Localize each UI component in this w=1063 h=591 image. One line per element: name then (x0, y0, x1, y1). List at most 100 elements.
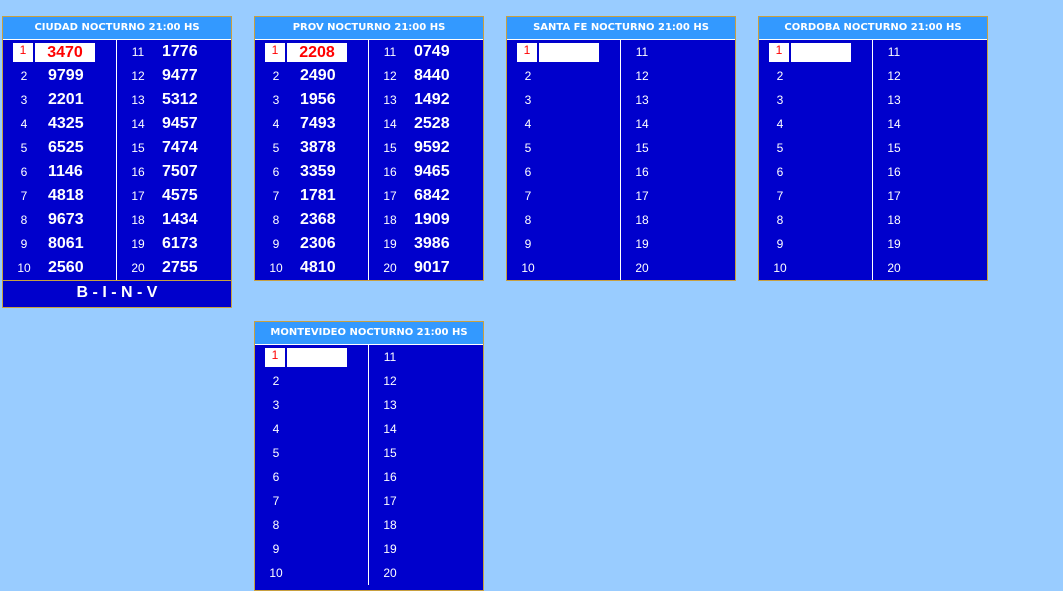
results-column-right: 11 12 13 14 15 16 17 18 19 20 (873, 40, 987, 280)
position-label: 3 (776, 93, 784, 107)
drawn-number: 1434 (162, 211, 198, 228)
board-prov: PROV NOCTURNO 21:00 HS 1 2208 2 2490 3 1956 4 7… (254, 16, 484, 281)
drawn-number: 2201 (48, 91, 84, 108)
position-label: 3 (524, 93, 532, 107)
position-label: 17 (131, 189, 145, 203)
position-label: 11 (635, 45, 649, 59)
drawn-number: 8061 (48, 235, 84, 252)
position-label: 18 (635, 213, 649, 227)
position-label: 3 (20, 93, 28, 107)
position-label: 8 (776, 213, 784, 227)
position-label: 6 (272, 165, 280, 179)
position-label: 2 (776, 69, 784, 83)
result-row: 8 (507, 208, 620, 232)
result-row: 10 (759, 256, 872, 280)
result-row: 14 (621, 112, 735, 136)
result-row: 14 (369, 417, 483, 441)
position-label: 6 (20, 165, 28, 179)
result-row: 8 (759, 208, 872, 232)
drawn-number: 4575 (162, 187, 198, 204)
result-row: 4 (255, 417, 368, 441)
result-row: 1 2208 (255, 40, 368, 64)
drawn-number: 3470 (35, 42, 95, 62)
position-label: 12 (887, 69, 901, 83)
drawn-number: 2528 (414, 115, 450, 132)
results-column-right: 11 12 13 14 15 16 17 18 19 20 (621, 40, 735, 280)
drawn-number: 2560 (48, 259, 84, 276)
position-label: 13 (887, 93, 901, 107)
board-footer: B - I - N - V (3, 280, 231, 307)
position-label: 19 (383, 542, 397, 556)
position-label: 6 (272, 470, 280, 484)
drawn-number: 2208 (287, 42, 347, 62)
drawn-number: 9592 (414, 139, 450, 156)
position-label: 12 (131, 69, 145, 83)
position-label: 5 (20, 141, 28, 155)
result-row: 1 (507, 40, 620, 64)
position-label: 6 (776, 165, 784, 179)
position-label: 12 (383, 374, 397, 388)
drawn-number: 9799 (48, 67, 84, 84)
board-title: CIUDAD NOCTURNO 21:00 HS (3, 17, 231, 40)
drawn-number: 6173 (162, 235, 198, 252)
drawn-number: 3986 (414, 235, 450, 252)
results-grid: 1 2 3 4 5 6 7 8 9 10 11 12 13 14 15 16 17 18 19 20 (759, 40, 987, 280)
position-label: 17 (383, 494, 397, 508)
position-label: 20 (635, 261, 649, 275)
result-row: 13 (369, 393, 483, 417)
position-label: 10 (269, 566, 283, 580)
result-row: 12 (621, 64, 735, 88)
result-row: 16 (873, 160, 987, 184)
position-label: 12 (635, 69, 649, 83)
drawn-number: 9017 (414, 259, 450, 276)
position-label: 2 (524, 69, 532, 83)
position-label: 6 (524, 165, 532, 179)
position-label: 5 (272, 141, 280, 155)
result-row: 16 (621, 160, 735, 184)
result-row: 6 3359 (255, 160, 368, 184)
board-ciudad: CIUDAD NOCTURNO 21:00 HS 1 3470 2 9799 3 2201… (2, 16, 232, 308)
result-row: 1 3470 (3, 40, 116, 64)
position-label: 15 (383, 141, 397, 155)
result-row: 10 (507, 256, 620, 280)
position-label: 17 (383, 189, 397, 203)
result-row: 2 9799 (3, 64, 116, 88)
drawn-number: 9457 (162, 115, 198, 132)
position-label: 13 (383, 398, 397, 412)
results-grid: 1 2 3 4 5 6 7 8 9 10 11 12 13 14 15 16 17 18 19 20 (507, 40, 735, 280)
result-row: 16 7507 (117, 160, 231, 184)
result-row: 19 (873, 232, 987, 256)
position-label: 19 (887, 237, 901, 251)
result-row: 15 (369, 441, 483, 465)
result-row: 9 (255, 537, 368, 561)
results-column-left: 1 3470 2 9799 3 2201 4 4325 5 6525 6 1146 7 4818 8 9673… (3, 40, 117, 280)
result-row: 7 1781 (255, 184, 368, 208)
position-label: 2 (272, 374, 280, 388)
drawn-number: 9477 (162, 67, 198, 84)
result-row: 17 (369, 489, 483, 513)
result-row: 6 1146 (3, 160, 116, 184)
result-row: 10 (255, 561, 368, 585)
results-grid: 1 3470 2 9799 3 2201 4 4325 5 6525 6 1146 7 4818 8 9673… (3, 40, 231, 280)
result-row: 2 (507, 64, 620, 88)
position-label: 8 (20, 213, 28, 227)
result-row: 7 (507, 184, 620, 208)
position-label: 19 (131, 237, 145, 251)
drawn-number: 2368 (300, 211, 336, 228)
position-label: 20 (383, 261, 397, 275)
result-row: 3 (255, 393, 368, 417)
result-row: 5 (759, 136, 872, 160)
result-row: 4 7493 (255, 112, 368, 136)
position-label: 1 (265, 347, 285, 367)
result-row: 15 (621, 136, 735, 160)
position-label: 14 (131, 117, 145, 131)
position-label: 18 (383, 213, 397, 227)
position-label: 3 (272, 398, 280, 412)
drawn-number: 7507 (162, 163, 198, 180)
result-row: 19 3986 (369, 232, 483, 256)
position-label: 16 (383, 470, 397, 484)
position-label: 11 (131, 45, 145, 59)
position-label: 16 (635, 165, 649, 179)
result-row: 14 2528 (369, 112, 483, 136)
result-row: 10 2560 (3, 256, 116, 280)
